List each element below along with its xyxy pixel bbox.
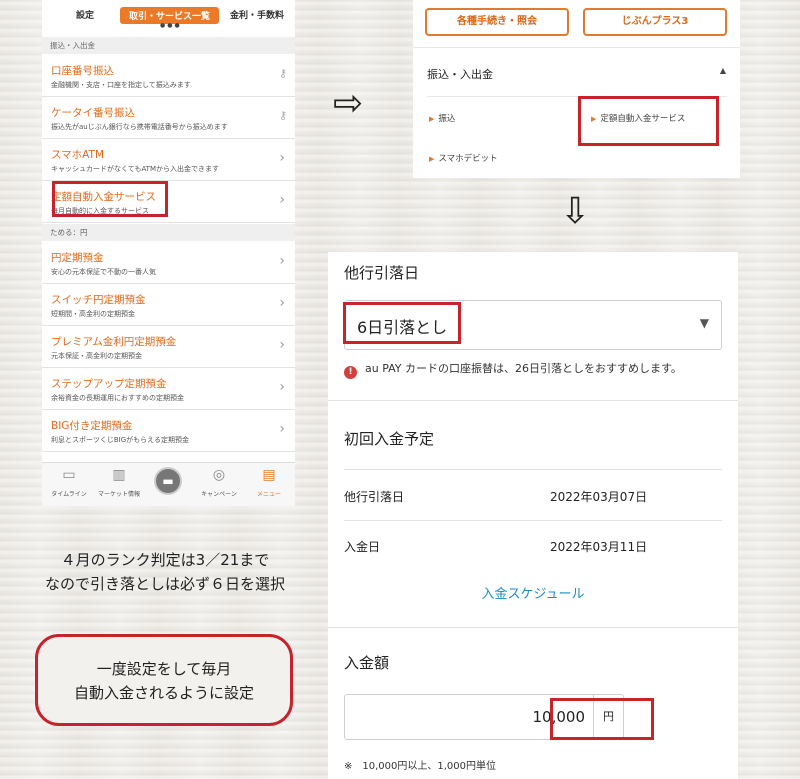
menu-item-title: 円定期預金 bbox=[51, 252, 104, 264]
nav-timeline[interactable]: ▭ タイムライン bbox=[44, 467, 94, 498]
bubble-line: 自動入金されるように設定 bbox=[73, 684, 254, 702]
divider bbox=[328, 627, 738, 628]
menu-item-title: プレミアム金利円定期預金 bbox=[51, 336, 177, 348]
notice: ! au PAY カードの口座振替は、26日引落としをおすすめします。 bbox=[344, 360, 682, 379]
alert-icon: ! bbox=[344, 366, 357, 379]
highlight-box bbox=[578, 96, 719, 146]
chart-icon: ▥ bbox=[112, 467, 126, 483]
menu-item-sub: 短期間・高金利の定期預金 bbox=[51, 310, 135, 318]
chevron-right-icon: › bbox=[279, 295, 285, 311]
nav-label: キャンペーン bbox=[201, 491, 237, 498]
bubble-line: 一度設定をして毎月 bbox=[96, 660, 232, 678]
row-label: 他行引落日 bbox=[344, 490, 405, 504]
gift-icon: ◎ bbox=[212, 467, 226, 483]
top-tabs: 設定 取引・サービス一覧 金利・手数料 ●●● bbox=[42, 0, 295, 29]
menu-item-title: ステップアップ定期預金 bbox=[51, 378, 167, 390]
down-arrow-icon: ⇩ bbox=[560, 191, 591, 232]
menu-item-account-transfer[interactable]: 口座番号振込 金融機関・支店・口座を指定して振込みます ⚷ bbox=[42, 55, 295, 97]
menu-icon: ▤ bbox=[262, 467, 276, 483]
menu-item-premium-deposit[interactable]: プレミアム金利円定期預金 元本保証・高金利の定期預金 › bbox=[42, 326, 295, 368]
divider bbox=[344, 520, 722, 521]
menu-panel: 各種手続き・照会 じぶんプラス3 振込・入出金 ▲ ▶ 振込 ▶ 定額自動入金サービ… bbox=[413, 0, 740, 178]
menu-item-sub: キャッシュカードがなくてもATMから入出金できます bbox=[51, 165, 219, 173]
menu-item-smartphone-atm[interactable]: スマホATM キャッシュカードがなくてもATMから入出金できます › bbox=[42, 139, 295, 181]
menu-item-title: スイッチ円定期預金 bbox=[51, 294, 146, 306]
menu-item-sub: 安心の元本保証で不動の一番人気 bbox=[51, 268, 156, 276]
chevron-right-icon: › bbox=[279, 192, 285, 208]
plan-title: 初回入金予定 bbox=[344, 430, 435, 448]
divider bbox=[344, 469, 722, 470]
menu-item-sub: 金融機関・支店・口座を指定して振込みます bbox=[51, 81, 191, 89]
divider bbox=[328, 400, 738, 401]
chat-icon: ▭ bbox=[62, 467, 76, 483]
notice-text: au PAY カードの口座振替は、26日引落としをおすすめします。 bbox=[365, 362, 682, 375]
right-arrow-icon: ⇨ bbox=[333, 83, 364, 124]
menu-item-title: BIG付き定期預金 bbox=[51, 420, 133, 432]
bullet-icon: ▶ bbox=[429, 115, 435, 123]
dropdown-arrow-icon: ▼ bbox=[699, 316, 709, 330]
row-label: 入金日 bbox=[344, 540, 381, 554]
menu-item-sub: 元本保証・高金利の定期預金 bbox=[51, 352, 142, 360]
link-label: スマホデビット bbox=[438, 154, 498, 164]
page-dots: ●●● bbox=[160, 22, 182, 29]
nav-label: タイムライン bbox=[51, 491, 87, 498]
chevron-right-icon: › bbox=[279, 421, 285, 437]
chevron-right-icon: › bbox=[279, 337, 285, 353]
chevron-right-icon: › bbox=[279, 253, 285, 269]
procedures-button[interactable]: 各種手続き・照会 bbox=[425, 8, 569, 36]
tab-settings[interactable]: 設定 bbox=[76, 8, 94, 21]
menu-item-title: スマホATM bbox=[51, 149, 105, 161]
link-label: 振込 bbox=[438, 114, 456, 124]
bottom-nav: ▭ タイムライン ▥ マーケット情報 ▬ ◎ キャンペーン ▤ メニュー bbox=[42, 462, 295, 506]
nav-menu[interactable]: ▤ メニュー bbox=[244, 467, 294, 498]
key-icon: ⚷ bbox=[278, 67, 287, 80]
nav-label: メニュー bbox=[256, 491, 281, 498]
card-icon[interactable]: ▬ bbox=[154, 467, 182, 495]
row-value: 2022年03月07日 bbox=[550, 490, 648, 504]
menu-item-stepup-deposit[interactable]: ステップアップ定期預金 余裕資金の長期運用におすすめの定期預金 › bbox=[42, 368, 295, 410]
section-header: ためる：円 bbox=[42, 224, 295, 241]
amount-note: ※ 10,000円以上、1,000円単位 bbox=[344, 761, 496, 772]
nav-market[interactable]: ▥ マーケット情報 bbox=[94, 467, 144, 498]
key-icon: ⚷ bbox=[278, 109, 287, 122]
bullet-icon: ▶ bbox=[429, 155, 435, 163]
accordion-heading[interactable]: 振込・入出金 bbox=[427, 66, 493, 82]
nav-campaign[interactable]: ◎ キャンペーン bbox=[194, 467, 244, 498]
caret-up-icon[interactable]: ▲ bbox=[720, 66, 726, 75]
menu-item-phone-transfer[interactable]: ケータイ番号振込 振込先がauじぶん銀行なら携帯電話番号から振込めます ⚷ bbox=[42, 97, 295, 139]
menu-item-yen-deposit[interactable]: 円定期預金 安心の元本保証で不動の一番人気 › bbox=[42, 242, 295, 284]
row-value: 2022年03月11日 bbox=[550, 540, 648, 554]
schedule-link[interactable]: 入金スケジュール bbox=[328, 583, 738, 602]
menu-item-title: 口座番号振込 bbox=[51, 65, 114, 77]
section-title: 他行引落日 bbox=[344, 264, 420, 282]
chevron-right-icon: › bbox=[279, 379, 285, 395]
amount-title: 入金額 bbox=[344, 654, 390, 672]
menu-item-sub: 利息とスポーツくじBIGがもらえる定期預金 bbox=[51, 436, 189, 444]
app-menu-screenshot: 設定 取引・サービス一覧 金利・手数料 ●●● 振込・入出金 口座番号振込 金融… bbox=[42, 0, 295, 506]
menu-item-sub: 余裕資金の長期運用におすすめの定期預金 bbox=[51, 394, 184, 402]
divider bbox=[413, 47, 740, 48]
jibun-plus-button[interactable]: じぶんプラス3 bbox=[583, 8, 727, 36]
tab-rates[interactable]: 金利・手数料 bbox=[230, 8, 284, 21]
highlight-box bbox=[52, 181, 168, 217]
annotation-bubble: 一度設定をして毎月 自動入金されるように設定 bbox=[35, 634, 293, 726]
link-transfer[interactable]: ▶ 振込 bbox=[429, 112, 455, 124]
menu-item-big-deposit[interactable]: BIG付き定期預金 利息とスポーツくじBIGがもらえる定期預金 › bbox=[42, 410, 295, 452]
nav-label: マーケット情報 bbox=[97, 491, 140, 498]
annotation-line: ４月のランク判定は3／21まで bbox=[60, 551, 270, 569]
highlight-box bbox=[550, 698, 654, 740]
menu-item-title: ケータイ番号振込 bbox=[51, 107, 135, 119]
chevron-right-icon: › bbox=[279, 150, 285, 166]
section-header: 振込・入出金 bbox=[42, 37, 295, 54]
annotation-line: なので引き落としは必ず６日を選択 bbox=[44, 575, 285, 593]
menu-item-switch-deposit[interactable]: スイッチ円定期預金 短期間・高金利の定期預金 › bbox=[42, 284, 295, 326]
menu-item-sub: 振込先がauじぶん銀行なら携帯電話番号から振込めます bbox=[51, 123, 228, 131]
link-debit[interactable]: ▶ スマホデビット bbox=[429, 152, 498, 164]
highlight-box bbox=[343, 302, 461, 344]
